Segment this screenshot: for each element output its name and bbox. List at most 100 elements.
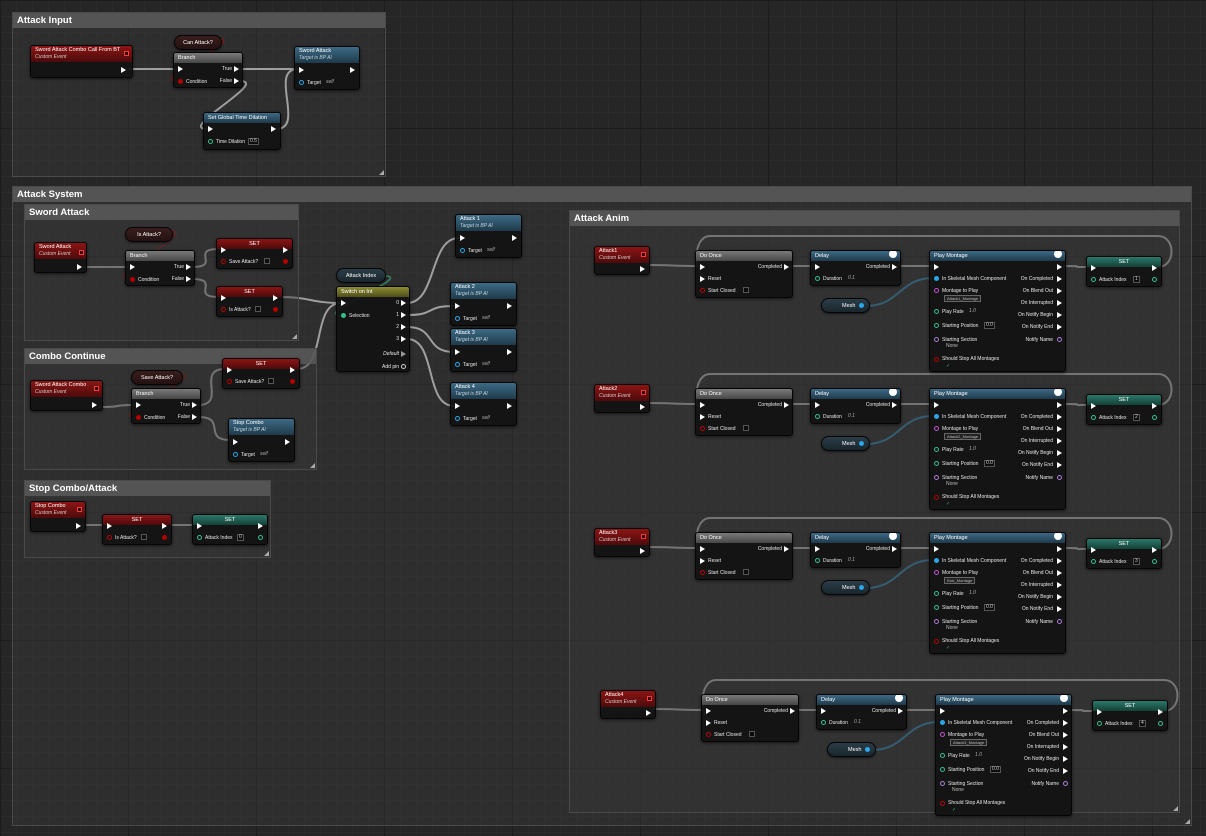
attack-index-value[interactable]: 3 (1133, 558, 1140, 565)
attack-index-value[interactable]: 0 (237, 534, 244, 541)
attack-index-pin[interactable] (1091, 277, 1096, 282)
is-attack-checkbox[interactable] (141, 534, 147, 540)
target-value[interactable]: self (259, 452, 269, 457)
exec-in-pin[interactable] (221, 247, 226, 253)
duration-value[interactable]: 0.1 (847, 558, 856, 563)
var-attack-index[interactable]: Attack Index (336, 268, 386, 283)
var-can-attack[interactable]: Can Attack? (174, 35, 222, 50)
play-rate-pin[interactable] (934, 447, 939, 452)
target-pin[interactable] (455, 316, 460, 321)
should-stop-pin[interactable] (934, 495, 939, 500)
delay-node-1[interactable]: Delay Completed Duration 0.1 (810, 250, 901, 286)
montage-dropdown[interactable]: Attack2_Montage (944, 433, 982, 440)
on-notify-end-pin[interactable] (1057, 324, 1062, 330)
function-node-attack-2[interactable]: Attack 2 Target is BP AI Target self (450, 282, 517, 326)
resize-handle[interactable] (292, 334, 297, 339)
switch-out-3-pin[interactable] (401, 336, 406, 342)
exec-out-pin[interactable] (507, 303, 512, 309)
duration-pin[interactable] (815, 558, 820, 563)
starting-section-pin[interactable] (934, 337, 939, 342)
play-rate-value[interactable]: 1.0 (968, 309, 977, 314)
starting-section-value[interactable]: None (946, 343, 958, 349)
delegate-pin[interactable] (79, 250, 84, 255)
set-node-save-attack[interactable]: SET Save Attack? (216, 238, 293, 269)
attack-index-out-pin[interactable] (1152, 415, 1157, 420)
exec-true-pin[interactable] (186, 264, 191, 270)
montage-pin[interactable] (934, 570, 939, 575)
should-stop-pin[interactable] (940, 801, 945, 806)
delay-node-4[interactable]: Delay Completed Duration 0.1 (816, 694, 907, 730)
exec-in-pin[interactable] (1091, 547, 1096, 553)
exec-out-pin[interactable] (507, 403, 512, 409)
on-notify-end-pin[interactable] (1057, 606, 1062, 612)
exec-out-pin[interactable] (1057, 546, 1062, 552)
play-rate-pin[interactable] (934, 309, 939, 314)
starting-position-value[interactable]: 0.0 (990, 766, 1001, 773)
function-node-attack-3[interactable]: Attack 3 Target is BP AI Target self (450, 328, 517, 372)
starting-section-value[interactable]: None (946, 625, 958, 631)
var-mesh[interactable]: Mesh (821, 580, 870, 595)
exec-out-pin[interactable] (121, 67, 126, 73)
exec-in-pin[interactable] (341, 300, 346, 306)
resize-handle[interactable] (1173, 806, 1178, 811)
exec-out-pin[interactable] (640, 266, 645, 272)
exec-in-pin[interactable] (815, 546, 820, 552)
exec-in-pin[interactable] (455, 403, 460, 409)
function-node-sword-attack[interactable]: Sword Attack Target is BP AI Target self (294, 46, 360, 90)
mesh-out-pin[interactable] (859, 441, 864, 446)
var-mesh[interactable]: Mesh (821, 298, 870, 313)
duration-value[interactable]: 0.1 (847, 276, 856, 281)
attack-index-value[interactable]: 1 (1133, 276, 1140, 283)
mesh-out-pin[interactable] (859, 303, 864, 308)
notify-name-pin[interactable] (1057, 337, 1062, 342)
starting-position-pin[interactable] (934, 323, 939, 328)
exec-out-pin[interactable] (1158, 709, 1163, 715)
play-rate-value[interactable]: 1.0 (968, 447, 977, 452)
should-stop-check[interactable]: ✓ (952, 807, 956, 813)
delay-node-2[interactable]: Delay Completed Duration 0.1 (810, 388, 901, 424)
notify-name-pin[interactable] (1057, 619, 1062, 624)
event-node-sword-attack-combo[interactable]: Sword Attack Combo Custom Event (30, 380, 103, 411)
reset-pin[interactable] (700, 414, 705, 420)
exec-out-pin[interactable] (350, 67, 355, 73)
duration-value[interactable]: 0.1 (853, 720, 862, 725)
save-attack-checkbox[interactable] (268, 378, 274, 384)
exec-out-pin[interactable] (1063, 708, 1068, 714)
exec-out-pin[interactable] (1057, 264, 1062, 270)
exec-out-pin[interactable] (1152, 547, 1157, 553)
exec-out-pin[interactable] (640, 548, 645, 554)
set-node-save-attack-false[interactable]: SET Save Attack? (222, 358, 300, 389)
is-attack-checkbox[interactable] (255, 306, 261, 312)
event-node-attack-1[interactable]: Attack1 Custom Event (594, 246, 650, 275)
exec-in-pin[interactable] (821, 708, 826, 714)
delegate-pin[interactable] (641, 252, 646, 257)
exec-out-pin[interactable] (76, 523, 81, 529)
add-pin-label[interactable]: Add pin (382, 364, 399, 370)
resize-handle[interactable] (379, 170, 384, 175)
time-dilation-value[interactable]: 0.5 (248, 138, 259, 145)
notify-name-pin[interactable] (1057, 475, 1062, 480)
on-blend-out-pin[interactable] (1057, 288, 1062, 294)
exec-completed-pin[interactable] (898, 708, 903, 714)
on-completed-pin[interactable] (1057, 276, 1062, 282)
var-mesh[interactable]: Mesh (821, 436, 870, 451)
attack-index-value[interactable]: 2 (1133, 414, 1140, 421)
exec-in-pin[interactable] (700, 546, 705, 552)
function-node-attack-4[interactable]: Attack 4 Target is BP AI Target self (450, 382, 517, 426)
exec-false-pin[interactable] (192, 414, 197, 420)
event-node-sword-attack[interactable]: Sword Attack Custom Event (34, 242, 87, 273)
delegate-pin[interactable] (77, 507, 82, 512)
skeletal-mesh-pin[interactable] (934, 276, 939, 281)
attack-index-pin[interactable] (197, 535, 202, 540)
start-closed-checkbox[interactable] (743, 569, 749, 575)
exec-in-pin[interactable] (233, 439, 238, 445)
exec-true-pin[interactable] (234, 66, 239, 72)
exec-in-pin[interactable] (815, 264, 820, 270)
starting-position-value[interactable]: 0.0 (984, 322, 995, 329)
save-attack-pin[interactable] (221, 259, 226, 264)
mesh-out-pin[interactable] (865, 747, 870, 752)
exec-out-pin[interactable] (285, 439, 290, 445)
branch-node[interactable]: Branch Condition True False (173, 52, 243, 88)
on-blend-out-pin[interactable] (1057, 570, 1062, 576)
exec-out-pin[interactable] (258, 523, 263, 529)
